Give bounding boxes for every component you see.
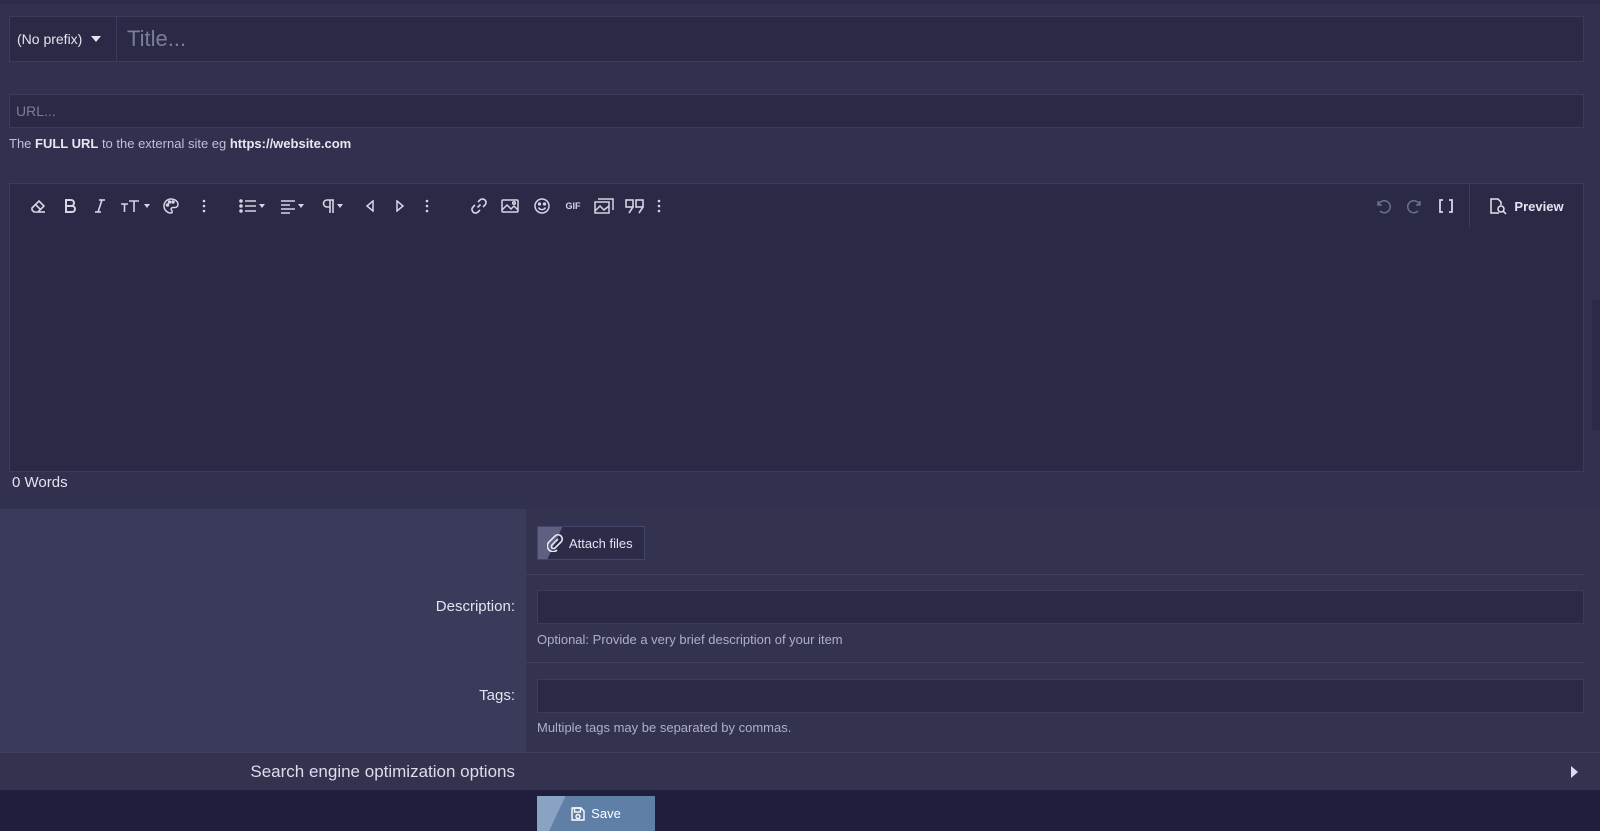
- save-label: Save: [591, 806, 621, 821]
- gif-label: GIF: [565, 201, 581, 211]
- text-size-icon[interactable]: [118, 194, 152, 218]
- more-icon[interactable]: [198, 194, 210, 218]
- redo-icon[interactable]: [1404, 194, 1426, 218]
- chevron-down-icon: [91, 36, 102, 42]
- word-count: 0 Words: [12, 474, 68, 491]
- attach-files-label: Attach files: [569, 535, 633, 551]
- prefix-select[interactable]: (No prefix): [10, 17, 117, 61]
- eraser-icon[interactable]: [27, 194, 49, 218]
- rich-text-editor[interactable]: GIF Preview: [9, 183, 1584, 472]
- indent-decrease-icon[interactable]: [363, 194, 377, 218]
- prefix-label: (No prefix): [17, 31, 83, 47]
- top-strip: [0, 0, 1600, 4]
- image-icon[interactable]: [499, 194, 521, 218]
- chevron-right-icon: [1571, 766, 1578, 778]
- list-icon[interactable]: [236, 194, 268, 218]
- undo-icon[interactable]: [1372, 194, 1394, 218]
- form-footer: [0, 790, 1600, 831]
- paperclip-icon: [547, 534, 563, 552]
- more-icon[interactable]: [421, 194, 433, 218]
- tags-input[interactable]: [537, 679, 1584, 713]
- indent-increase-icon[interactable]: [393, 194, 407, 218]
- form-field-column: [526, 509, 1600, 752]
- url-input[interactable]: URL...: [9, 94, 1584, 128]
- url-hint-text: to the external site eg: [98, 136, 230, 151]
- link-icon[interactable]: [468, 194, 490, 218]
- smiley-icon[interactable]: [531, 194, 553, 218]
- paragraph-icon[interactable]: [316, 194, 348, 218]
- title-placeholder: Title...: [127, 26, 187, 51]
- bold-icon[interactable]: [59, 194, 81, 218]
- tags-hint: Multiple tags may be separated by commas…: [537, 720, 792, 735]
- title-input[interactable]: Title...: [117, 17, 1583, 61]
- description-label: Description:: [435, 598, 515, 615]
- seo-options-label: Search engine optimization options: [250, 762, 515, 781]
- divider: [526, 662, 1584, 663]
- align-icon[interactable]: [276, 194, 308, 218]
- seo-options-toggle[interactable]: Search engine optimization options: [0, 752, 1600, 790]
- description-input[interactable]: [537, 590, 1584, 624]
- preview-label: Preview: [1514, 198, 1564, 214]
- description-hint: Optional: Provide a very brief descripti…: [537, 632, 843, 647]
- palette-icon[interactable]: [160, 194, 182, 218]
- url-hint-example: https://website.com: [229, 136, 352, 151]
- divider: [526, 574, 1584, 575]
- scrollbar[interactable]: [1592, 300, 1600, 430]
- gif-icon[interactable]: GIF: [562, 194, 584, 218]
- quote-icon[interactable]: [623, 194, 647, 218]
- attach-files-button[interactable]: Attach files: [537, 526, 645, 560]
- bbcode-icon[interactable]: [1435, 194, 1457, 218]
- preview-button[interactable]: Preview: [1469, 184, 1583, 228]
- save-icon: [571, 806, 585, 821]
- url-hint-text: The: [9, 136, 36, 151]
- page: (No prefix) Title... URL... The FULL URL…: [0, 0, 1600, 831]
- url-placeholder: URL...: [16, 103, 56, 119]
- save-button[interactable]: Save: [537, 796, 655, 831]
- title-row: (No prefix) Title...: [9, 16, 1584, 62]
- preview-icon: [1490, 198, 1507, 215]
- more-icon[interactable]: [653, 194, 665, 218]
- url-hint: The FULL URL to the external site eg htt…: [9, 136, 351, 151]
- italic-icon[interactable]: [89, 194, 111, 218]
- media-icon[interactable]: [592, 194, 616, 218]
- editor-toolbar: GIF Preview: [10, 184, 1583, 228]
- url-hint-bold: FULL URL: [35, 136, 99, 151]
- tags-label: Tags:: [479, 687, 515, 704]
